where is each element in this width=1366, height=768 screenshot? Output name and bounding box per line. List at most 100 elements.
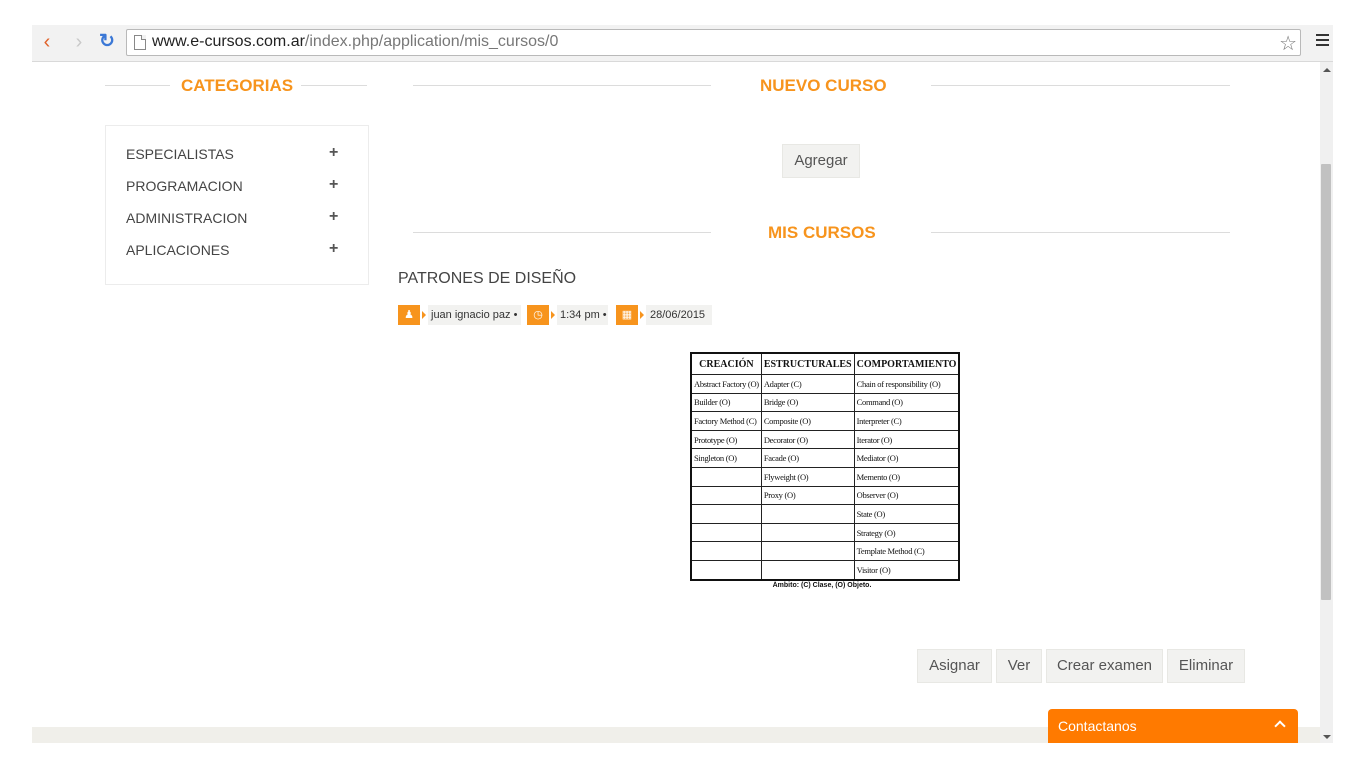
table-row: Strategy (O)	[690, 522, 960, 543]
table-cell: Strategy (O)	[853, 522, 960, 543]
nuevo-curso-rule-right	[931, 85, 1230, 86]
category-aplicaciones[interactable]: APLICACIONES	[126, 242, 229, 258]
table-cell: Decorator (O)	[760, 429, 855, 450]
contact-widget[interactable]: Contactanos	[1048, 709, 1298, 743]
time-text: 1:34 pm	[560, 309, 600, 321]
table-cell	[760, 522, 855, 543]
meta-arrow	[551, 311, 555, 319]
add-course-button[interactable]: Agregar	[782, 144, 860, 178]
table-cell: Proxy (O)	[760, 485, 855, 506]
table-cell: Builder (O)	[690, 392, 762, 413]
table-cell: Factory Method (C)	[690, 411, 762, 431]
expand-plus-icon[interactable]: +	[329, 176, 338, 194]
table-cell: Singleton (O)	[690, 448, 762, 468]
table-cell: Iterator (O)	[853, 429, 960, 450]
table-row: Builder (O) Bridge (O) Command (O)	[690, 392, 960, 413]
table-cell: Visitor (O)	[853, 559, 960, 581]
meta-arrow	[640, 311, 644, 319]
table-cell: Chain of responsibility (O)	[853, 374, 960, 394]
clock-icon: ◷	[527, 305, 549, 325]
course-title[interactable]: PATRONES DE DISEÑO	[398, 270, 576, 288]
table-cell	[690, 485, 762, 506]
table-cell: Flyweight (O)	[760, 466, 855, 487]
page-content: CATEGORIAS ESPECIALISTAS + PROGRAMACION …	[32, 62, 1320, 743]
table-cell: Bridge (O)	[760, 392, 855, 413]
page-icon	[134, 35, 146, 50]
nuevo-curso-rule-left	[413, 85, 711, 86]
categories-list: ESPECIALISTAS + PROGRAMACION + ADMINISTR…	[105, 125, 369, 285]
table-header: CREACIÓN	[690, 352, 762, 375]
table-cell: Abstract Factory (O)	[690, 374, 762, 394]
table-cell: Composite (O)	[760, 411, 855, 431]
scroll-down-icon[interactable]	[1323, 735, 1331, 739]
browser-menu-icon[interactable]	[1316, 34, 1329, 49]
address-bar[interactable]: www.e-cursos.com.ar/index.php/applicatio…	[126, 29, 1301, 56]
assign-button[interactable]: Asignar	[917, 649, 992, 683]
category-especialistas[interactable]: ESPECIALISTAS	[126, 146, 234, 162]
table-row: Prototype (O) Decorator (O) Iterator (O)	[690, 429, 960, 450]
table-row: Abstract Factory (O) Adapter (C) Chain of …	[690, 374, 960, 394]
user-icon: ♟	[398, 305, 420, 325]
scrollbar[interactable]	[1320, 62, 1333, 743]
table-row: Visitor (O)	[690, 559, 960, 581]
course-author: juan ignacio paz •	[428, 305, 521, 325]
forward-icon[interactable]: ›	[68, 31, 90, 53]
table-row: Template Method (C)	[690, 541, 960, 561]
table-header: COMPORTAMIENTO	[853, 352, 960, 375]
expand-plus-icon[interactable]: +	[329, 240, 338, 258]
table-cell: Adapter (C)	[760, 374, 855, 394]
reload-icon[interactable]: ↻	[96, 31, 118, 53]
table-cell	[760, 559, 855, 581]
table-cell	[690, 541, 762, 561]
category-administracion[interactable]: ADMINISTRACION	[126, 210, 247, 226]
date-text: 28/06/2015	[650, 309, 706, 321]
table-cell	[690, 504, 762, 524]
categorias-heading: CATEGORIAS	[181, 76, 294, 95]
url-text[interactable]: www.e-cursos.com.ar/index.php/applicatio…	[152, 33, 558, 51]
design-patterns-table: CREACIÓN ESTRUCTURALES COMPORTAMIENTO Ab…	[690, 352, 961, 581]
table-row: Flyweight (O) Memento (O)	[690, 466, 960, 487]
create-exam-button[interactable]: Crear examen	[1046, 649, 1163, 683]
meta-arrow	[422, 311, 426, 319]
delete-button[interactable]: Eliminar	[1167, 649, 1245, 683]
expand-plus-icon[interactable]: +	[329, 144, 338, 162]
course-date: 28/06/2015	[646, 305, 712, 325]
nuevo-curso-heading: NUEVO CURSO	[760, 76, 887, 95]
course-image: CREACIÓN ESTRUCTURALES COMPORTAMIENTO Ab…	[688, 351, 961, 599]
scroll-up-icon[interactable]	[1323, 68, 1331, 72]
table-header: ESTRUCTURALES	[760, 352, 855, 375]
chevron-up-icon[interactable]	[1274, 720, 1286, 732]
table-cell	[760, 541, 855, 561]
table-caption: Ámbito: (C) Clase, (O) Objeto.	[772, 582, 872, 589]
table-cell: Observer (O)	[853, 485, 960, 506]
expand-plus-icon[interactable]: +	[329, 208, 338, 226]
table-body: Abstract Factory (O) Adapter (C) Chain of …	[690, 374, 960, 581]
back-icon[interactable]: ‹	[36, 31, 58, 53]
url-host: www.e-cursos.com.ar	[152, 33, 305, 50]
categorias-rule-left	[105, 85, 170, 86]
category-programacion[interactable]: PROGRAMACION	[126, 178, 243, 194]
mis-cursos-rule-left	[413, 232, 711, 233]
bookmark-star-icon[interactable]: ☆	[1279, 31, 1297, 56]
browser-toolbar: ‹ › ↻ www.e-cursos.com.ar/index.php/appl…	[32, 25, 1333, 62]
table-cell: Facade (O)	[760, 448, 855, 468]
table-row: Singleton (O) Facade (O) Mediator (O)	[690, 448, 960, 468]
table-cell	[690, 466, 762, 487]
url-path: /index.php/application/mis_cursos/0	[304, 33, 559, 50]
table-cell	[760, 504, 855, 524]
calendar-icon: ▦	[616, 305, 638, 325]
table-row: Factory Method (C) Composite (O) Interpret…	[690, 411, 960, 431]
course-time: 1:34 pm •	[557, 305, 608, 325]
table-cell: Command (O)	[853, 392, 960, 413]
table-cell: Interpreter (C)	[853, 411, 960, 431]
view-button[interactable]: Ver	[996, 649, 1042, 683]
table-cell: Mediator (O)	[853, 448, 960, 468]
table-cell: Memento (O)	[853, 466, 960, 487]
mis-cursos-rule-right	[931, 232, 1230, 233]
categorias-rule-right	[301, 85, 367, 86]
scroll-thumb[interactable]	[1321, 164, 1331, 600]
table-cell	[690, 559, 762, 581]
table-cell: Prototype (O)	[690, 429, 762, 450]
contact-label: Contactanos	[1058, 718, 1137, 734]
table-cell: State (O)	[853, 504, 960, 524]
